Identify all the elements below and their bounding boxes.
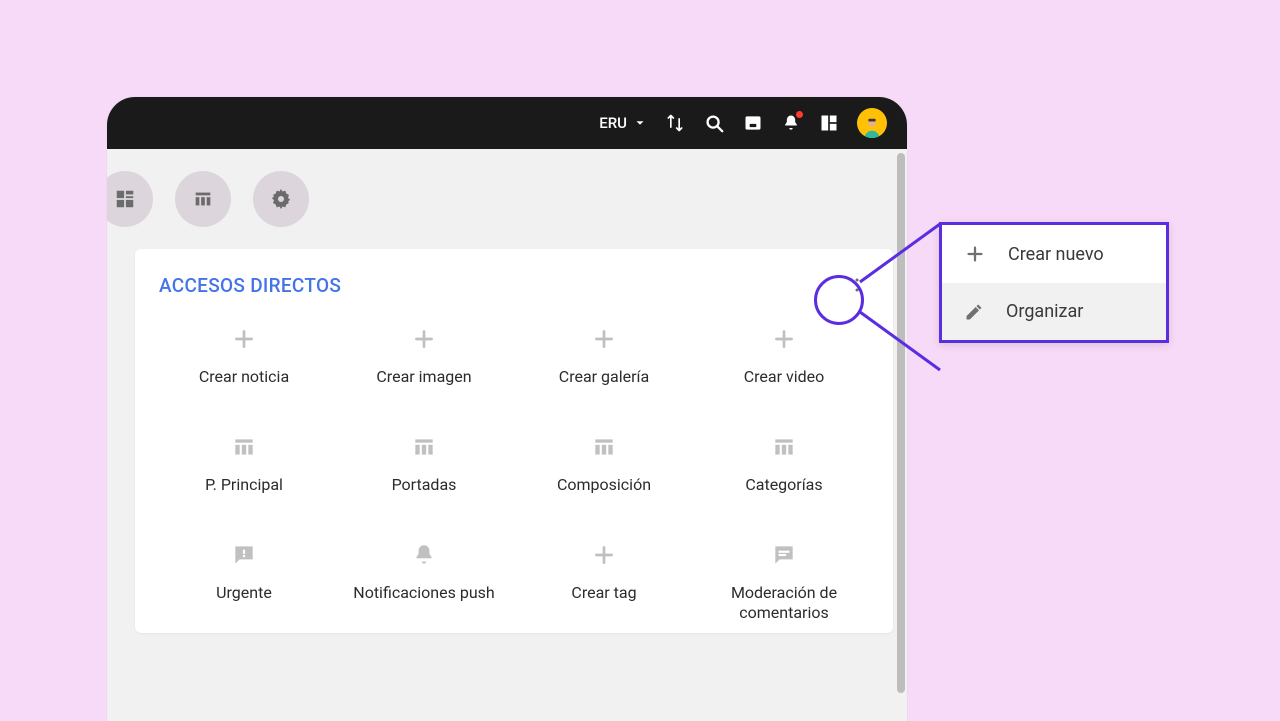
shortcut-tile[interactable]: Crear imagen <box>339 325 509 387</box>
shortcut-tile[interactable]: Categorías <box>699 433 869 495</box>
shortcut-tile[interactable]: Crear video <box>699 325 869 387</box>
shortcut-tile[interactable]: Crear noticia <box>159 325 329 387</box>
shortcut-tile[interactable]: Notificaciones push <box>339 541 509 623</box>
shortcut-label: Crear galería <box>559 367 649 387</box>
scrollbar[interactable] <box>897 153 905 693</box>
workspace-selector[interactable]: ERU <box>599 114 647 132</box>
bell-icon <box>411 541 437 569</box>
shortcut-tile[interactable]: Portadas <box>339 433 509 495</box>
inbox-button[interactable] <box>743 113 763 133</box>
shortcut-label: Portadas <box>392 475 457 495</box>
shortcut-label: P. Principal <box>205 475 283 495</box>
shortcut-tile[interactable]: Crear galería <box>519 325 689 387</box>
table-icon <box>591 433 617 461</box>
shortcut-label: Composición <box>557 475 651 495</box>
plus-icon <box>411 325 437 353</box>
notifications-button[interactable] <box>781 113 801 133</box>
dashboard-view-button[interactable] <box>107 171 153 227</box>
swap-icon <box>665 113 685 133</box>
shortcut-tile[interactable]: Urgente <box>159 541 329 623</box>
board-icon <box>819 113 839 133</box>
shortcut-tile[interactable]: Composición <box>519 433 689 495</box>
plus-icon <box>771 325 797 353</box>
table-icon <box>231 433 257 461</box>
search-icon <box>703 112 725 134</box>
search-button[interactable] <box>703 112 725 134</box>
table-icon <box>411 433 437 461</box>
notification-dot <box>796 111 803 118</box>
shortcut-tile[interactable]: Moderación de comentarios <box>699 541 869 623</box>
workspace-label: ERU <box>599 114 627 132</box>
avatar-icon <box>861 116 883 138</box>
shortcut-label: Notificaciones push <box>353 583 494 603</box>
shortcuts-card: ACCESOS DIRECTOS Crear noticia Crear imag… <box>135 249 893 633</box>
plus-icon <box>964 243 986 265</box>
view-toolbar <box>107 149 907 249</box>
card-title: ACCESOS DIRECTOS <box>159 274 341 297</box>
plus-icon <box>591 541 617 569</box>
avatar[interactable] <box>857 108 887 138</box>
shortcut-label: Moderación de comentarios <box>699 583 869 623</box>
gear-icon <box>269 187 293 211</box>
popover-item-organize[interactable]: Organizar <box>942 283 1166 340</box>
inbox-icon <box>743 113 763 133</box>
shortcuts-grid: Crear noticia Crear imagen Crear galería Cr… <box>159 325 869 623</box>
swap-button[interactable] <box>665 113 685 133</box>
shortcut-label: Crear noticia <box>199 367 289 387</box>
boards-button[interactable] <box>819 113 839 133</box>
shortcut-label: Urgente <box>216 583 272 603</box>
card-menu-popover: Crear nuevo Organizar <box>939 222 1169 343</box>
alert-chat-icon <box>231 541 257 569</box>
card-menu-button[interactable] <box>845 273 869 297</box>
popover-item-label: Organizar <box>1006 301 1083 322</box>
shortcut-label: Categorías <box>745 475 822 495</box>
shortcut-tile[interactable]: Crear tag <box>519 541 689 623</box>
chat-icon <box>771 541 797 569</box>
table-icon <box>771 433 797 461</box>
shortcut-label: Crear imagen <box>376 367 471 387</box>
shortcut-tile[interactable]: P. Principal <box>159 433 329 495</box>
caret-down-icon <box>633 116 647 130</box>
table-view-button[interactable] <box>175 171 231 227</box>
settings-button[interactable] <box>253 171 309 227</box>
table-icon <box>192 188 214 210</box>
plus-icon <box>231 325 257 353</box>
shortcut-label: Crear video <box>744 367 825 387</box>
topbar: ERU <box>107 97 907 149</box>
kebab-icon <box>847 275 867 295</box>
popover-item-label: Crear nuevo <box>1008 244 1104 265</box>
pencil-icon <box>964 302 984 322</box>
dashboard-icon <box>114 188 136 210</box>
app-window: ERU <box>107 97 907 721</box>
popover-item-create[interactable]: Crear nuevo <box>942 225 1166 283</box>
shortcut-label: Crear tag <box>571 583 636 603</box>
plus-icon <box>591 325 617 353</box>
